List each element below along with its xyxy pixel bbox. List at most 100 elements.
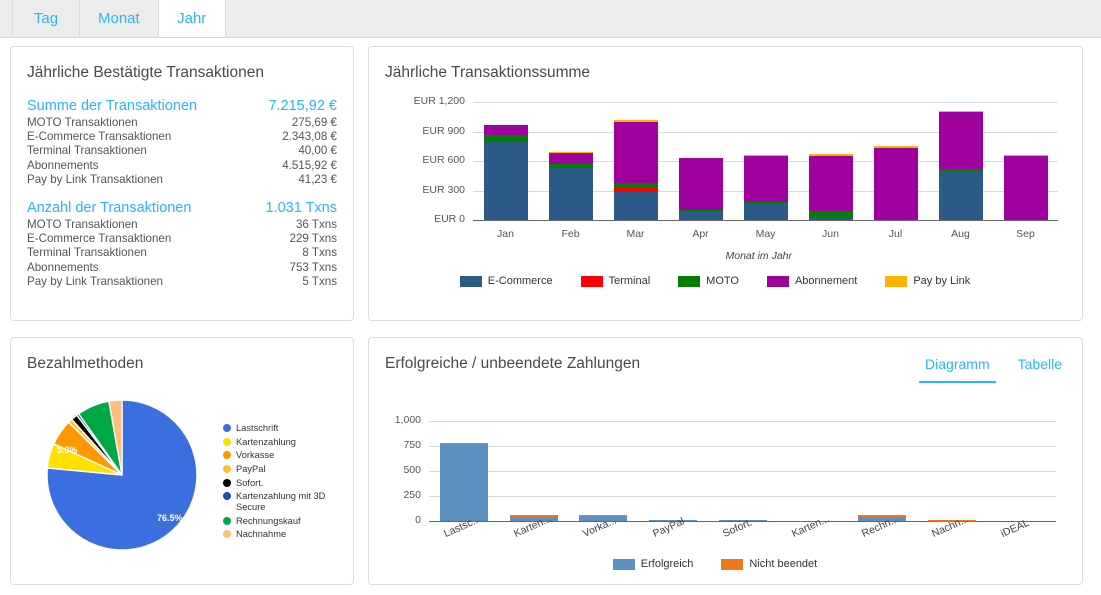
row-value: 753 Txns (289, 260, 337, 274)
legend-item[interactable]: Kartenzahlung (223, 437, 341, 448)
legend-swatch (223, 492, 231, 501)
x-axis-tick-label: Aug (951, 228, 970, 240)
legend-item[interactable]: Pay by Link (885, 275, 970, 287)
x-axis-title: Monat im Jahr (725, 250, 793, 262)
legend-label: Abonnement (794, 275, 858, 287)
chart-legend: Erfolgreich Nicht beendet (369, 558, 1082, 570)
summary-amount-header-label: Summe der Transaktionen (27, 98, 198, 114)
x-axis-tick-label: May (755, 228, 776, 240)
bar-segment (548, 167, 593, 220)
summary-count-header-label: Anzahl der Transaktionen (27, 200, 192, 217)
y-axis-tick-label: 0 (415, 514, 421, 526)
legend-item[interactable]: Rechnungskauf (223, 516, 341, 527)
tab-tabelle-label: Tabelle (1017, 356, 1062, 372)
legend-swatch (885, 275, 908, 287)
legend-item[interactable]: Kartenzahlung mit 3D Secure (223, 491, 341, 512)
legend-swatch (223, 478, 231, 487)
x-axis-tick-label: Mar (626, 228, 645, 240)
row-label: Pay by Link Transaktionen (27, 172, 163, 186)
legend-item[interactable]: E-Commerce (459, 275, 553, 287)
row-value: 36 Txns (295, 218, 337, 232)
payments-bar-chart: 0 250 500 750 1,000 Lastsc... Karten... Vorka..… (369, 373, 1082, 573)
pie-legend: Lastschrift Kartenzahlung Vorkasse PayPal So… (223, 423, 341, 543)
y-axis-tick-label: 500 (403, 464, 421, 476)
bar-segment (548, 153, 593, 164)
bar-column[interactable] (1003, 155, 1048, 220)
legend-item[interactable]: Erfolgreich (612, 558, 693, 570)
row-label: Terminal Transaktionen (27, 246, 147, 260)
bar-column[interactable] (439, 443, 488, 521)
tab-jahr-label: Jahr (177, 9, 207, 27)
bar-segment (873, 219, 918, 220)
bar-column[interactable] (938, 110, 983, 220)
x-axis-tick-label: Jan (497, 228, 514, 240)
bar-column[interactable] (483, 125, 528, 220)
bar-segment (808, 218, 853, 220)
legend-label: Nachnahme (236, 529, 287, 540)
legend-item[interactable]: Vorkasse (223, 450, 341, 461)
legend-item[interactable]: PayPal (223, 464, 341, 475)
gridline (429, 496, 1056, 497)
primary-tabbar: Tag Monat Jahr (0, 0, 1101, 38)
bar-segment (483, 125, 528, 136)
row-label: E-Commerce Transaktionen (27, 232, 172, 246)
legend-swatch (678, 275, 701, 287)
tab-tag[interactable]: Tag (12, 0, 80, 37)
bar-segment (808, 155, 853, 212)
row-value: 4.515,92 € (282, 158, 337, 172)
row-value: 40,00 € (298, 144, 337, 158)
legend-label: Vorkasse (236, 450, 275, 461)
pie-data-label: 5.3% (57, 445, 78, 455)
list-item: Pay by Link Transaktionen 5 Txns (27, 275, 337, 289)
bar-column[interactable] (873, 145, 918, 220)
bar-segment (678, 158, 723, 211)
card-payments: Erfolgreiche / unbeendete Zahlungen Diag… (368, 337, 1083, 585)
x-axis-tick-label: Sep (1016, 228, 1035, 240)
tab-monat-label: Monat (98, 10, 140, 27)
legend-item[interactable]: MOTO (678, 275, 739, 287)
row-value: 8 Txns (302, 246, 337, 260)
legend-item[interactable]: Terminal (580, 275, 651, 287)
legend-item[interactable]: Nicht beendet (721, 558, 817, 570)
legend-swatch (223, 465, 231, 474)
pie-svg (46, 399, 198, 551)
bar-segment (613, 191, 658, 220)
tab-monat[interactable]: Monat (79, 0, 159, 37)
bar-column[interactable] (743, 155, 788, 220)
x-axis-line (473, 220, 1058, 221)
list-item: Terminal Transaktionen 8 Txns (27, 246, 337, 260)
bar-segment (808, 211, 853, 219)
bar-column[interactable] (548, 151, 593, 220)
list-item: Terminal Transaktionen 40,00 € (27, 144, 337, 158)
legend-item[interactable]: Sofort. (223, 478, 341, 489)
bar-column[interactable] (613, 120, 658, 220)
legend-item[interactable]: Abonnement (766, 275, 858, 287)
bar-segment (938, 170, 983, 220)
legend-label: MOTO (706, 275, 739, 287)
bar-column[interactable] (678, 157, 723, 220)
row-value: 2.343,08 € (282, 130, 337, 144)
x-axis-tick-label: Nachn... (929, 513, 971, 540)
row-value: 229 Txns (289, 232, 337, 246)
bar-column[interactable] (808, 154, 853, 220)
legend-swatch (223, 451, 231, 460)
legend-swatch (612, 558, 635, 570)
tab-jahr[interactable]: Jahr (157, 0, 226, 37)
y-axis-tick-label: 750 (403, 439, 421, 451)
legend-item[interactable]: Lastschrift (223, 423, 341, 434)
row-label: E-Commerce Transaktionen (27, 130, 172, 144)
legend-swatch (721, 558, 744, 570)
dashboard-grid: Jährliche Bestätigte Transaktionen Summe… (0, 38, 1101, 585)
gridline (429, 446, 1056, 447)
legend-label: Pay by Link (913, 275, 971, 287)
legend-label: Nicht beendet (749, 558, 818, 570)
legend-swatch (766, 275, 789, 287)
list-item: MOTO Transaktionen 36 Txns (27, 218, 337, 232)
row-label: Terminal Transaktionen (27, 144, 147, 158)
card-confirmed-transactions: Jährliche Bestätigte Transaktionen Summe… (10, 46, 354, 321)
y-axis-tick-label: EUR 300 (422, 183, 465, 196)
legend-label: Terminal (608, 275, 651, 287)
chart-title-annual-sum: Jährliche Transaktionssumme (385, 64, 591, 81)
legend-item[interactable]: Nachnahme (223, 529, 341, 540)
bar-segment (938, 111, 983, 169)
